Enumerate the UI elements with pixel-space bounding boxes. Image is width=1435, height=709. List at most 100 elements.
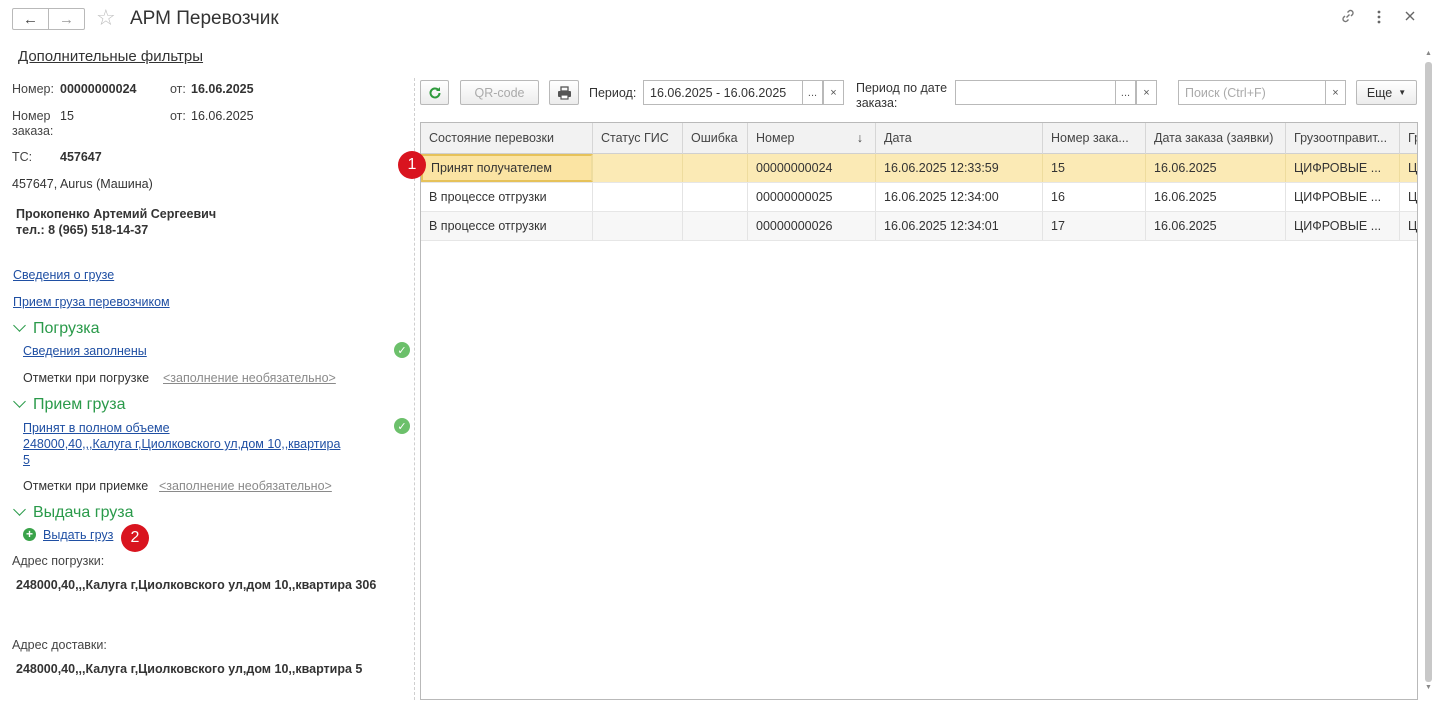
vertical-scrollbar[interactable]: ▲ ▼ <box>1424 50 1433 695</box>
table-cell[interactable]: 16.06.2025 <box>1146 154 1286 182</box>
back-button[interactable]: ← <box>12 8 49 30</box>
table-cell[interactable]: ЦИФРОВЫЕ ... <box>1286 183 1400 211</box>
number-value: 00000000024 <box>60 82 137 96</box>
qr-code-button[interactable]: QR-code <box>460 80 539 105</box>
table-cell[interactable]: 00000000025 <box>748 183 876 211</box>
table-cell[interactable]: 15 <box>1043 154 1146 182</box>
column-header[interactable]: Номер зака... <box>1043 123 1146 154</box>
table-cell[interactable] <box>593 154 683 182</box>
period-clear-button[interactable]: × <box>823 80 844 105</box>
scrollbar-thumb[interactable] <box>1425 62 1432 682</box>
table-cell[interactable]: Принят получателем <box>421 154 593 182</box>
issue-cargo-link[interactable]: Выдать груз <box>43 528 113 542</box>
column-header[interactable]: Состояние перевозки <box>421 123 593 154</box>
table-cell[interactable]: ЦИФРОВЫЕ ... <box>1286 154 1400 182</box>
favorite-star-icon[interactable]: ☆ <box>96 6 116 30</box>
order-from-label: от: <box>170 109 186 123</box>
column-header[interactable]: Гр <box>1400 123 1417 154</box>
period-by-order-select-button[interactable]: ... <box>1115 80 1136 105</box>
add-circle-icon[interactable]: + <box>23 528 36 541</box>
ts-label: ТС: <box>12 150 33 164</box>
table-cell[interactable]: 16.06.2025 12:33:59 <box>876 154 1043 182</box>
loading-marks-label: Отметки при погрузке <box>23 371 150 385</box>
receive-marks-link[interactable]: <заполнение необязательно> <box>159 479 332 493</box>
load-address-label: Адрес погрузки: <box>12 554 105 568</box>
column-header[interactable]: Дата <box>876 123 1043 154</box>
period-input[interactable]: 16.06.2025 - 16.06.2025 <box>643 80 803 105</box>
scroll-down-icon[interactable]: ▼ <box>1425 684 1432 691</box>
table-cell[interactable]: 16.06.2025 12:34:00 <box>876 183 1043 211</box>
number-from-label: от: <box>170 82 186 96</box>
column-header[interactable]: Дата заказа (заявки) <box>1146 123 1286 154</box>
period-by-order-clear-button[interactable]: × <box>1136 80 1157 105</box>
receive-status-link[interactable]: Принят в полном объеме 248000,40,,,Калуг… <box>23 420 340 468</box>
column-header-label: Номер <box>756 131 795 145</box>
delivery-address-label: Адрес доставки: <box>12 638 107 652</box>
table-cell[interactable] <box>683 212 748 240</box>
refresh-button[interactable] <box>420 80 449 105</box>
check-circle-icon: ✓ <box>394 342 410 358</box>
column-header[interactable]: Грузоотправит... <box>1286 123 1400 154</box>
number-date: 16.06.2025 <box>191 82 254 96</box>
table-cell[interactable] <box>683 183 748 211</box>
cargo-accept-link[interactable]: Прием груза перевозчиком <box>13 295 170 309</box>
receive-status-line: Принят в полном объеме <box>23 421 170 435</box>
table-cell[interactable]: Ц <box>1400 154 1417 182</box>
table-cell[interactable]: 00000000026 <box>748 212 876 240</box>
ts-value: 457647 <box>60 150 102 164</box>
loading-section-header[interactable]: Погрузка <box>12 319 100 338</box>
dropdown-arrow-icon: ▼ <box>1398 88 1407 97</box>
receive-section-header[interactable]: Прием груза <box>12 395 126 414</box>
table-row[interactable]: Принят получателем 00000000024 16.06.202… <box>421 154 1417 183</box>
table-cell[interactable]: Ц <box>1400 183 1417 211</box>
cargo-info-link[interactable]: Сведения о грузе <box>13 268 114 282</box>
column-header[interactable]: Статус ГИС <box>593 123 683 154</box>
table-cell[interactable] <box>683 154 748 182</box>
table-cell[interactable]: В процессе отгрузки <box>421 183 593 211</box>
period-label: Период: <box>589 86 637 100</box>
more-button-label: Еще <box>1366 85 1393 100</box>
transport-table[interactable]: Состояние перевозки Статус ГИС Ошибка Но… <box>420 122 1418 700</box>
search-input[interactable]: Поиск (Ctrl+F) <box>1178 80 1326 105</box>
table-cell[interactable]: 17 <box>1043 212 1146 240</box>
table-cell[interactable]: 00000000024 <box>748 154 876 182</box>
arrow-left-icon: ← <box>23 10 38 28</box>
sort-down-icon: ↓ <box>856 131 863 145</box>
table-header: Состояние перевозки Статус ГИС Ошибка Но… <box>421 123 1417 154</box>
column-header-sorted[interactable]: Номер ↓ <box>748 123 876 154</box>
table-cell[interactable]: В процессе отгрузки <box>421 212 593 240</box>
order-date: 16.06.2025 <box>191 109 254 123</box>
table-cell[interactable]: ЦИФРОВЫЕ ... <box>1286 212 1400 240</box>
table-cell[interactable] <box>593 212 683 240</box>
printer-icon <box>557 85 571 100</box>
forward-button[interactable]: → <box>48 8 85 30</box>
period-by-order-input[interactable] <box>955 80 1116 105</box>
issue-section-header[interactable]: Выдача груза <box>12 503 134 522</box>
period-select-button[interactable]: ... <box>802 80 823 105</box>
search-clear-button[interactable]: × <box>1325 80 1346 105</box>
print-button[interactable] <box>549 80 579 105</box>
chevron-down-icon <box>13 395 26 408</box>
table-row[interactable]: В процессе отгрузки 00000000025 16.06.20… <box>421 183 1417 212</box>
additional-filters-link[interactable]: Дополнительные фильтры <box>18 48 203 65</box>
table-cell[interactable]: 16.06.2025 <box>1146 212 1286 240</box>
more-button[interactable]: Еще ▼ <box>1356 80 1417 105</box>
receive-section-title: Прием груза <box>33 396 126 413</box>
arrow-right-icon: → <box>59 10 74 28</box>
driver-phone: тел.: 8 (965) 518-14-37 <box>16 223 149 237</box>
table-cell[interactable]: 16.06.2025 <box>1146 183 1286 211</box>
link-icon[interactable] <box>1340 8 1356 28</box>
table-cell[interactable]: 16.06.2025 12:34:01 <box>876 212 1043 240</box>
loading-marks-link[interactable]: <заполнение необязательно> <box>163 371 336 385</box>
column-header[interactable]: Ошибка <box>683 123 748 154</box>
table-cell[interactable]: Ц <box>1400 212 1417 240</box>
issue-section-title: Выдача груза <box>33 504 134 521</box>
close-icon[interactable] <box>1404 9 1416 26</box>
callout-badge-2: 2 <box>121 524 149 552</box>
table-row[interactable]: В процессе отгрузки 00000000026 16.06.20… <box>421 212 1417 241</box>
table-cell[interactable]: 16 <box>1043 183 1146 211</box>
table-cell[interactable] <box>593 183 683 211</box>
scroll-up-icon[interactable]: ▲ <box>1425 50 1432 57</box>
loading-status-link[interactable]: Сведения заполнены <box>23 344 147 358</box>
more-vertical-icon[interactable] <box>1376 10 1382 28</box>
